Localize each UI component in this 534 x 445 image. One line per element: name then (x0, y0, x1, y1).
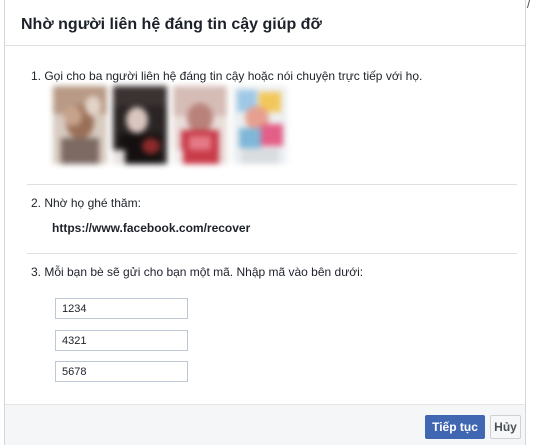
dialog-footer: Tiếp tục Hủy (5, 404, 525, 445)
step-3-text: 3. Mỗi bạn bè sẽ gửi cho bạn một mã. Nhậ… (31, 265, 364, 279)
step-2-text: 2. Nhờ họ ghé thăm: (31, 196, 141, 210)
trusted-contacts-photos (53, 86, 287, 164)
cancel-button[interactable]: Hủy (490, 415, 521, 439)
code-input-3[interactable] (55, 361, 188, 382)
code-input-1[interactable] (55, 298, 188, 319)
trusted-contact-photo-1 (53, 86, 107, 164)
section-divider-1 (27, 184, 517, 185)
window-edge-mark (526, 0, 534, 8)
step-1-text: 1. Gọi cho ba người liên hệ đáng tin cậy… (31, 69, 423, 83)
recover-url: https://www.facebook.com/recover (52, 221, 251, 235)
trusted-contact-photo-3 (173, 86, 227, 164)
recovery-dialog: Nhờ người liên hệ đáng tin cậy giúp đỡ 1… (4, 0, 526, 445)
section-divider-2 (27, 253, 517, 254)
trusted-contact-photo-2 (113, 86, 167, 164)
code-input-2[interactable] (55, 330, 188, 351)
trusted-contact-photo-4 (233, 86, 287, 164)
dialog-title: Nhờ người liên hệ đáng tin cậy giúp đỡ (21, 16, 322, 33)
dialog-header: Nhờ người liên hệ đáng tin cậy giúp đỡ (5, 0, 525, 46)
continue-button[interactable]: Tiếp tục (425, 415, 485, 439)
